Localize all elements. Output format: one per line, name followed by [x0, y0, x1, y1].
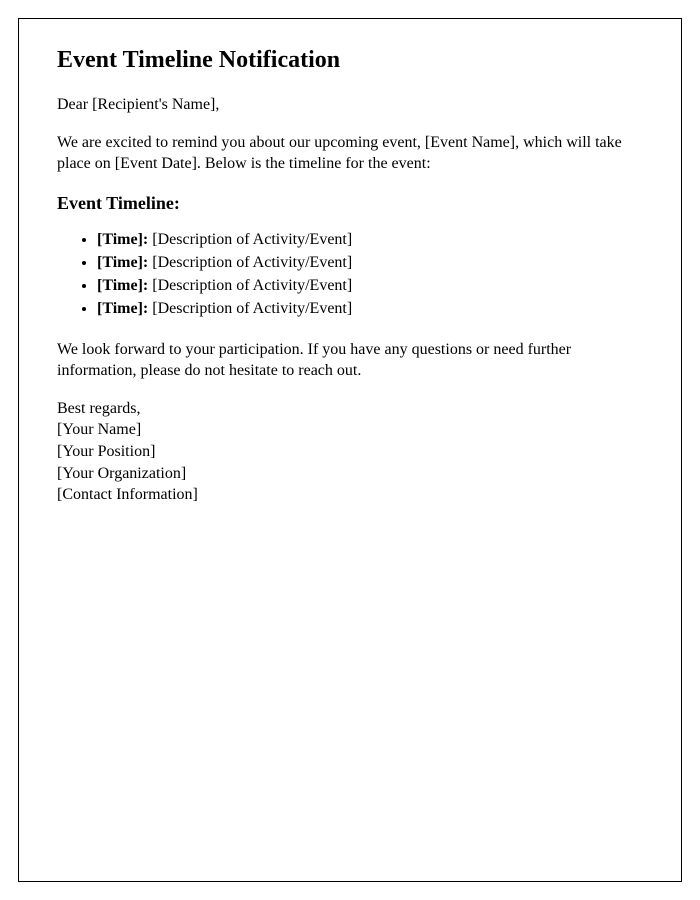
timeline-desc: [Description of Activity/Event] — [148, 300, 352, 317]
timeline-time: [Time]: — [97, 254, 148, 271]
list-item: [Time]: [Description of Activity/Event] — [97, 274, 643, 297]
timeline-time: [Time]: — [97, 300, 148, 317]
list-item: [Time]: [Description of Activity/Event] — [97, 297, 643, 320]
signoff-name: [Your Name] — [57, 419, 643, 441]
timeline-heading: Event Timeline: — [57, 193, 643, 214]
greeting-text: Dear [Recipient's Name], — [57, 94, 643, 116]
timeline-list: [Time]: [Description of Activity/Event] … — [97, 228, 643, 321]
timeline-time: [Time]: — [97, 231, 148, 248]
closing-paragraph: We look forward to your participation. I… — [57, 339, 643, 382]
document-frame: Event Timeline Notification Dear [Recipi… — [18, 18, 682, 882]
signoff-regards: Best regards, — [57, 398, 643, 420]
timeline-time: [Time]: — [97, 277, 148, 294]
page-title: Event Timeline Notification — [57, 47, 643, 74]
signoff-position: [Your Position] — [57, 441, 643, 463]
timeline-desc: [Description of Activity/Event] — [148, 231, 352, 248]
list-item: [Time]: [Description of Activity/Event] — [97, 251, 643, 274]
list-item: [Time]: [Description of Activity/Event] — [97, 228, 643, 251]
signature-block: Best regards, [Your Name] [Your Position… — [57, 398, 643, 506]
signoff-org: [Your Organization] — [57, 463, 643, 485]
intro-paragraph: We are excited to remind you about our u… — [57, 132, 643, 175]
timeline-desc: [Description of Activity/Event] — [148, 277, 352, 294]
signoff-contact: [Contact Information] — [57, 484, 643, 506]
timeline-desc: [Description of Activity/Event] — [148, 254, 352, 271]
